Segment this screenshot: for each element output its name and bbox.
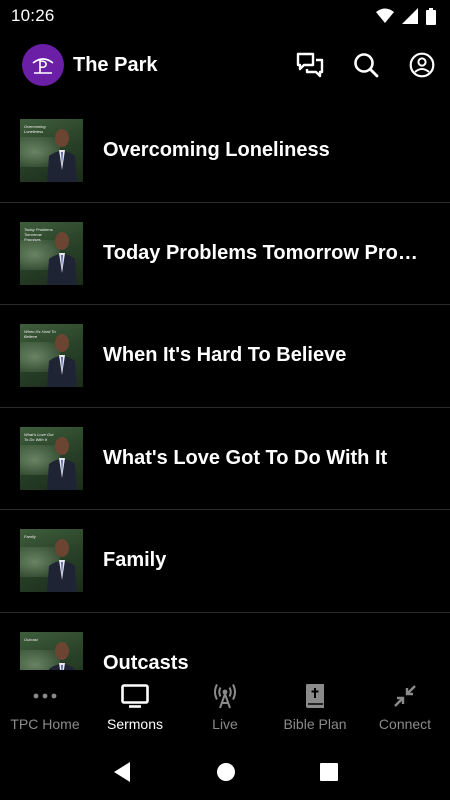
sermon-thumbnail: Family bbox=[20, 529, 83, 593]
broadcast-icon bbox=[214, 684, 236, 709]
profile-button[interactable] bbox=[408, 51, 436, 79]
app-bar: The Park bbox=[0, 32, 450, 98]
app-title: The Park bbox=[73, 53, 158, 76]
pastor-photo bbox=[48, 641, 76, 670]
status-time: 10:26 bbox=[11, 6, 55, 25]
sermon-list: Overcoming Loneliness Overcoming Lonelin… bbox=[0, 100, 450, 670]
sermon-thumbnail: When It's Hard To Believe bbox=[20, 324, 83, 388]
sermon-title: Outcasts bbox=[103, 651, 189, 670]
nav-label: TPC Home bbox=[10, 716, 80, 732]
sermon-thumbnail: What's Love Got To Do With It bbox=[20, 426, 83, 490]
chat-button[interactable] bbox=[296, 51, 324, 79]
church-logo[interactable] bbox=[22, 44, 64, 86]
app-actions bbox=[296, 51, 436, 79]
recents-icon[interactable] bbox=[320, 763, 338, 781]
pastor-photo bbox=[47, 129, 77, 183]
sermon-title: When It's Hard To Believe bbox=[103, 344, 347, 367]
chat-icon bbox=[296, 52, 324, 78]
sermon-list-item[interactable]: Outcast Outcasts bbox=[0, 613, 450, 670]
bible-icon bbox=[306, 684, 324, 708]
nav-label: Sermons bbox=[106, 716, 164, 732]
nav-label: Live bbox=[212, 716, 238, 732]
more-dots-icon bbox=[33, 693, 57, 699]
system-navigation-bar bbox=[0, 744, 450, 800]
sermon-title: Overcoming Loneliness bbox=[103, 139, 330, 162]
sermon-thumbnail: Overcoming Loneliness bbox=[20, 119, 83, 183]
logo-mark-icon bbox=[32, 58, 54, 74]
sermon-title: What's Love Got To Do With It bbox=[103, 446, 388, 469]
nav-item-tpc-home[interactable]: TPC Home bbox=[0, 670, 90, 744]
nav-item-bible-plan[interactable]: Bible Plan bbox=[270, 670, 360, 744]
connect-arrows-icon bbox=[394, 685, 416, 707]
status-bar: 10:26 bbox=[0, 0, 450, 32]
bottom-navigation: TPC Home Sermons Live Bible Plan Connect bbox=[0, 670, 450, 744]
sermon-title: Family bbox=[103, 549, 167, 572]
sermon-list-item[interactable]: When It's Hard To Believe When It's Hard… bbox=[0, 305, 450, 408]
search-button[interactable] bbox=[352, 51, 380, 79]
sermon-thumbnail: Today Problems Tomorrow Promises bbox=[20, 221, 83, 285]
nav-item-connect[interactable]: Connect bbox=[360, 670, 450, 744]
account-icon bbox=[409, 52, 435, 78]
nav-label: Connect bbox=[378, 716, 432, 732]
home-icon[interactable] bbox=[216, 762, 236, 782]
nav-label: Bible Plan bbox=[283, 716, 347, 732]
pastor-photo bbox=[47, 539, 77, 593]
wifi-icon bbox=[376, 8, 394, 23]
pastor-photo bbox=[47, 231, 77, 285]
sermon-list-item[interactable]: Overcoming Loneliness Overcoming Lonelin… bbox=[0, 100, 450, 203]
pastor-photo bbox=[47, 436, 77, 490]
sermon-list-item[interactable]: Family Family bbox=[0, 510, 450, 613]
pastor-photo bbox=[47, 334, 77, 388]
nav-item-sermons[interactable]: Sermons bbox=[90, 670, 180, 744]
battery-icon bbox=[426, 7, 436, 25]
search-icon bbox=[354, 53, 379, 78]
sermon-list-item[interactable]: What's Love Got To Do With It What's Lov… bbox=[0, 408, 450, 510]
nav-item-live[interactable]: Live bbox=[180, 670, 270, 744]
status-icons bbox=[376, 7, 436, 25]
cellular-signal-icon bbox=[402, 8, 418, 24]
sermon-list-item[interactable]: Today Problems Tomorrow Promises Today P… bbox=[0, 203, 450, 305]
back-icon[interactable] bbox=[112, 761, 132, 783]
sermon-thumbnail: Outcast bbox=[20, 631, 83, 670]
sermon-title: Today Problems Tomorrow Promises bbox=[103, 241, 433, 264]
tv-icon bbox=[121, 684, 149, 708]
